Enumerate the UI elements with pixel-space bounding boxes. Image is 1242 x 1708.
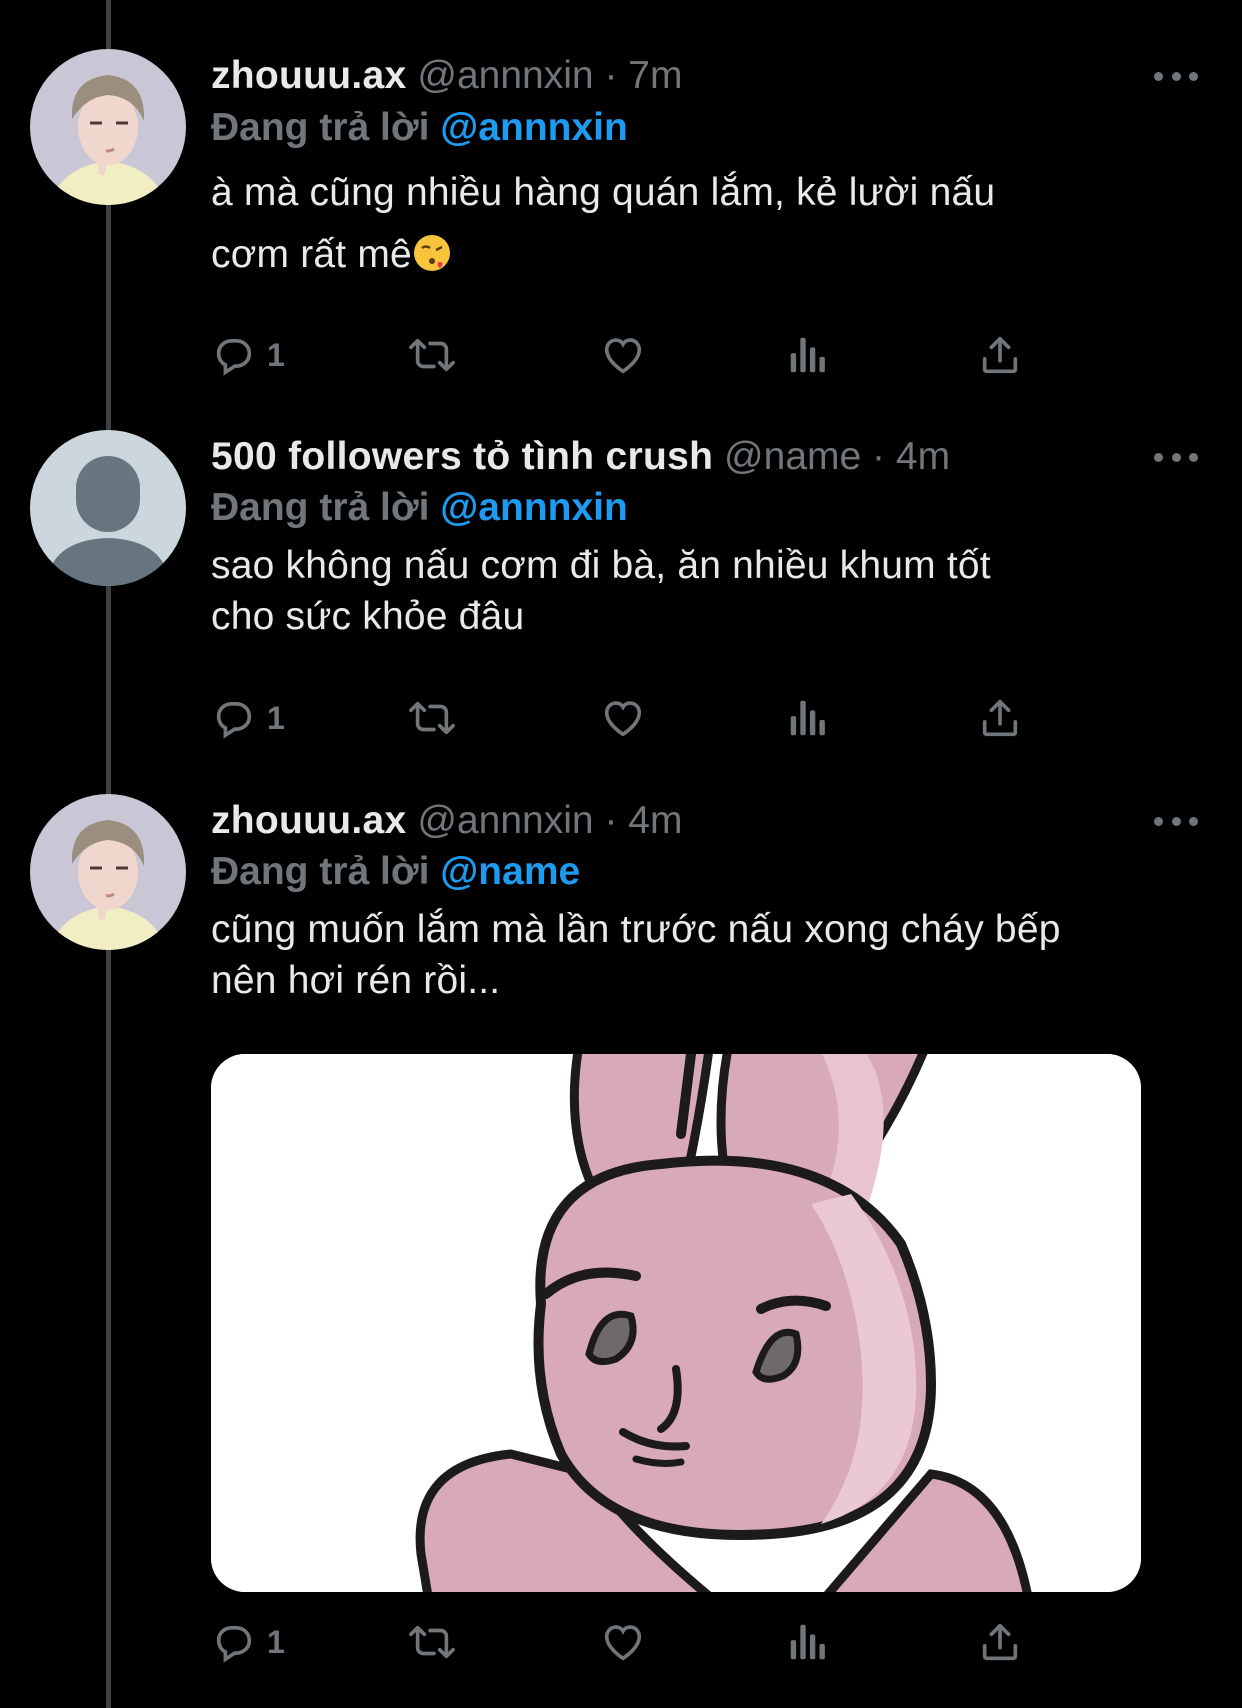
like-icon xyxy=(604,701,642,737)
replying-to: Đang trả lời @name xyxy=(211,846,580,898)
tweet-text-line: nên hơi rén rồi... xyxy=(211,959,501,1002)
reply-button[interactable]: 1 xyxy=(211,1614,285,1670)
retweet-icon xyxy=(409,701,455,735)
handle[interactable]: @annnxin xyxy=(417,54,593,97)
retweet-button[interactable] xyxy=(407,327,457,383)
like-icon xyxy=(604,338,642,374)
tweet-1[interactable]: zhouuu.ax @annnxin · 7m Đang trả lời @an… xyxy=(0,0,1242,410)
tweet-text: à mà cũng nhiều hàng quán lắm, kẻ lười n… xyxy=(211,162,1211,292)
tweet-text: cũng muốn lắm mà lần trước nấu xong cháy… xyxy=(211,904,1211,1006)
views-icon xyxy=(790,700,825,736)
like-button[interactable] xyxy=(599,327,647,383)
tweet-header: zhouuu.ax @annnxin · 7m xyxy=(211,50,682,102)
mention-link[interactable]: @annnxin xyxy=(440,106,628,149)
separator: · xyxy=(872,435,886,478)
tweet-text: sao không nấu cơm đi bà, ăn nhiều khum t… xyxy=(211,540,1211,642)
share-icon xyxy=(982,1623,1018,1661)
action-bar: 1 xyxy=(211,327,1111,383)
display-name[interactable]: 500 followers tỏ tình crush xyxy=(211,435,713,478)
views-button[interactable] xyxy=(787,1614,829,1670)
reply-icon xyxy=(216,1625,252,1663)
handle[interactable]: @annnxin xyxy=(417,799,593,842)
reply-icon xyxy=(216,338,252,376)
like-button[interactable] xyxy=(599,1614,647,1670)
timestamp[interactable]: 4m xyxy=(896,435,950,478)
face-blowing-kiss-icon xyxy=(412,230,452,292)
retweet-icon xyxy=(409,1625,455,1659)
like-icon xyxy=(604,1625,642,1661)
action-bar: 1 xyxy=(211,690,1111,746)
tweet-text-line: sao không nấu cơm đi bà, ăn nhiều khum t… xyxy=(211,544,991,587)
mention-link[interactable]: @annnxin xyxy=(440,486,628,529)
views-button[interactable] xyxy=(787,327,829,383)
tweet-3[interactable]: zhouuu.ax @annnxin · 4m Đang trả lời @na… xyxy=(0,770,1242,1708)
timestamp[interactable]: 4m xyxy=(628,799,682,842)
avatar[interactable] xyxy=(30,49,186,205)
tweet-header: 500 followers tỏ tình crush @name · 4m xyxy=(211,431,950,483)
replying-to: Đang trả lời @annnxin xyxy=(211,482,628,534)
share-button[interactable] xyxy=(977,690,1023,746)
separator: · xyxy=(604,54,618,97)
avatar-default[interactable] xyxy=(30,430,186,586)
replying-to-label: Đang trả lời xyxy=(211,850,430,893)
more-icon[interactable] xyxy=(1154,815,1198,827)
replying-to-label: Đang trả lời xyxy=(211,106,430,149)
more-icon[interactable] xyxy=(1154,451,1198,463)
views-icon xyxy=(790,337,825,373)
separator: · xyxy=(604,799,618,842)
retweet-button[interactable] xyxy=(407,1614,457,1670)
tweet-media-image[interactable] xyxy=(211,1054,1141,1592)
share-icon xyxy=(982,699,1018,737)
tweet-text-line: cho sức khỏe đâu xyxy=(211,595,525,638)
views-icon xyxy=(790,1624,825,1660)
reply-icon xyxy=(216,701,252,739)
reply-button[interactable]: 1 xyxy=(211,327,285,383)
replying-to-label: Đang trả lời xyxy=(211,486,430,529)
display-name[interactable]: zhouuu.ax xyxy=(211,54,407,97)
avatar[interactable] xyxy=(30,794,186,950)
tweet-header: zhouuu.ax @annnxin · 4m xyxy=(211,795,682,847)
retweet-button[interactable] xyxy=(407,690,457,746)
reply-count: 1 xyxy=(267,699,285,736)
action-bar: 1 xyxy=(211,1614,1111,1670)
views-button[interactable] xyxy=(787,690,829,746)
tweet-text-line: à mà cũng nhiều hàng quán lắm, kẻ lười n… xyxy=(211,171,996,214)
reply-count: 1 xyxy=(267,1623,285,1660)
timestamp[interactable]: 7m xyxy=(628,54,682,97)
more-icon[interactable] xyxy=(1154,70,1198,82)
share-button[interactable] xyxy=(977,1614,1023,1670)
handle[interactable]: @name xyxy=(724,435,861,478)
like-button[interactable] xyxy=(599,690,647,746)
reply-count: 1 xyxy=(267,336,285,373)
tweet-text-line: cũng muốn lắm mà lần trước nấu xong cháy… xyxy=(211,908,1061,951)
reply-button[interactable]: 1 xyxy=(211,690,285,746)
display-name[interactable]: zhouuu.ax xyxy=(211,799,407,842)
share-icon xyxy=(982,336,1018,374)
tweet-text-line: cơm rất mê xyxy=(211,224,1211,292)
mention-link[interactable]: @name xyxy=(440,850,580,893)
tweet-2[interactable]: 500 followers tỏ tình crush @name · 4m Đ… xyxy=(0,410,1242,770)
share-button[interactable] xyxy=(977,327,1023,383)
retweet-icon xyxy=(409,338,455,372)
replying-to: Đang trả lời @annnxin xyxy=(211,102,628,154)
